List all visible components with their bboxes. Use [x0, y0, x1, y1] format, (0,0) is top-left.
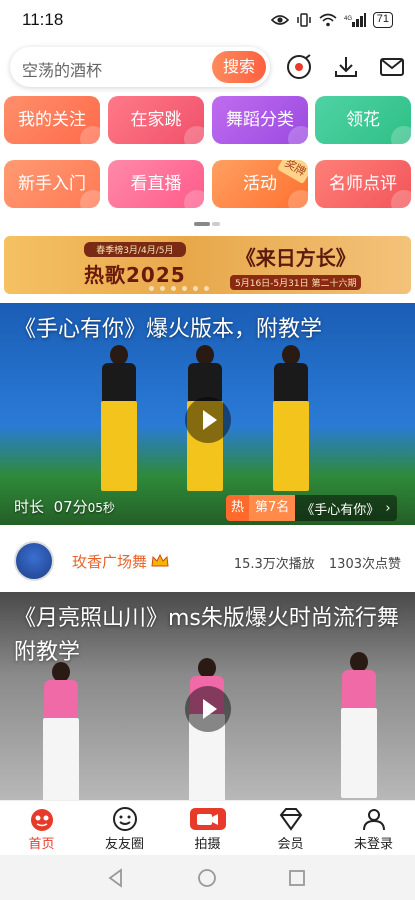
tab-label: 拍摄	[194, 837, 221, 852]
play-count: 15.3万次播放	[233, 557, 315, 572]
category-beginner[interactable]: 新手入门	[4, 160, 100, 208]
category-label: 舞蹈分类	[226, 110, 294, 130]
page-indicator	[194, 222, 222, 226]
video-card[interactable]: 《月亮照山川》ms朱版爆火时尚流行舞附教学	[0, 592, 415, 800]
vibrate-icon	[297, 13, 311, 27]
download-icon[interactable]	[333, 54, 359, 80]
banner-dots	[149, 286, 209, 291]
author-row: 玫香广场舞 15.3万次播放 1303次点赞	[0, 535, 415, 587]
diamond-icon	[279, 808, 302, 831]
crown-icon	[151, 554, 169, 567]
like-count: 1303次点赞	[328, 557, 401, 572]
banner-big-text: 热歌2025	[84, 263, 186, 287]
banner-date: 5月16日-5月31日 第二十六期	[230, 275, 362, 290]
category-label: 新手入门	[18, 174, 86, 194]
status-icons: 4G 71	[270, 12, 393, 28]
tab-shoot[interactable]: 拍摄	[166, 801, 249, 855]
tab-label: 会员	[277, 837, 304, 852]
bottom-tab-bar: 首页 友友圈 拍摄 会员 未登录	[0, 800, 415, 855]
tab-label: 友友圈	[104, 837, 144, 852]
banner-left: 春季榜3月/4月/5月 热歌2025	[84, 242, 186, 288]
video-duration: 时长 07分05秒	[14, 498, 115, 516]
home-icon	[30, 809, 53, 831]
status-bar: 11:18 4G 71	[0, 0, 415, 40]
banner-right: 《来日方长》 5月16日-5月31日 第二十六期	[230, 242, 362, 290]
recents-icon[interactable]	[287, 868, 307, 888]
search-box[interactable]: 空荡的酒杯 搜索	[10, 47, 270, 87]
category-dance-types[interactable]: 舞蹈分类	[212, 96, 308, 144]
promo-banner[interactable]: 春季榜3月/4月/5月 热歌2025 《来日方长》 5月16日-5月31日 第二…	[4, 236, 411, 294]
video-title[interactable]: 《月亮照山川》ms朱版爆火时尚流行舞附教学	[14, 602, 401, 670]
rank-song: 《手心有你》	[301, 502, 380, 518]
play-button[interactable]	[185, 686, 231, 732]
home-nav-icon[interactable]	[197, 868, 217, 888]
video-title[interactable]: 《手心有你》爆火版本，附教学	[14, 313, 401, 347]
category-live[interactable]: 看直播	[108, 160, 204, 208]
top-bar: 空荡的酒杯 搜索	[0, 45, 415, 89]
wifi-icon	[319, 13, 337, 27]
category-my-follow[interactable]: 我的关注	[4, 96, 100, 144]
tab-friends[interactable]: 友友圈	[83, 801, 166, 855]
battery-indicator: 71	[372, 12, 393, 28]
author-name[interactable]: 玫香广场舞	[72, 551, 169, 572]
eye-icon	[270, 15, 289, 25]
category-events[interactable]: 活动 奖牌	[212, 160, 308, 208]
back-icon[interactable]	[106, 868, 126, 888]
tab-membership[interactable]: 会员	[249, 801, 332, 855]
video-card[interactable]: 《手心有你》爆火版本，附教学 时长 07分05秒 热 第7名 《手心有你》 ›	[0, 303, 415, 525]
tab-profile[interactable]: 未登录	[332, 801, 415, 855]
banner-title: 《来日方长》	[235, 246, 356, 270]
system-nav-bar	[0, 855, 415, 900]
user-icon	[362, 809, 385, 831]
music-disc-icon[interactable]	[286, 54, 312, 80]
play-button[interactable]	[185, 397, 231, 443]
search-input[interactable]: 空荡的酒杯	[22, 57, 102, 81]
video-stats: 15.3万次播放 1303次点赞	[234, 553, 401, 572]
rank-hot-label: 热	[226, 495, 250, 521]
rank-tag[interactable]: 热 第7名 《手心有你》 ›	[226, 495, 397, 521]
category-teacher-review[interactable]: 名师点评	[315, 160, 411, 208]
tab-home[interactable]: 首页	[0, 801, 83, 855]
category-label: 看直播	[130, 174, 182, 194]
camera-icon	[189, 808, 226, 830]
chevron-right-icon: ›	[385, 500, 391, 516]
avatar[interactable]	[14, 541, 54, 581]
signal-icon: 4G	[344, 13, 366, 27]
smiley-icon	[112, 807, 137, 831]
mail-icon[interactable]	[379, 54, 405, 80]
category-label: 在家跳	[130, 110, 182, 130]
category-label: 活动	[243, 174, 277, 194]
category-get-flowers[interactable]: 领花	[315, 96, 411, 144]
search-button[interactable]: 搜索	[212, 51, 266, 83]
tab-label: 首页	[28, 837, 55, 852]
category-label: 我的关注	[18, 110, 86, 130]
category-dance-at-home[interactable]: 在家跳	[108, 96, 204, 144]
category-label: 名师点评	[329, 174, 397, 194]
banner-small-text: 春季榜3月/4月/5月	[84, 242, 186, 257]
award-badge: 奖牌	[277, 160, 308, 185]
svg-text:4G: 4G	[344, 16, 352, 22]
rank-number: 第7名	[249, 495, 296, 521]
category-label: 领花	[346, 110, 380, 130]
status-time: 11:18	[22, 10, 64, 29]
tab-label: 未登录	[353, 837, 393, 852]
